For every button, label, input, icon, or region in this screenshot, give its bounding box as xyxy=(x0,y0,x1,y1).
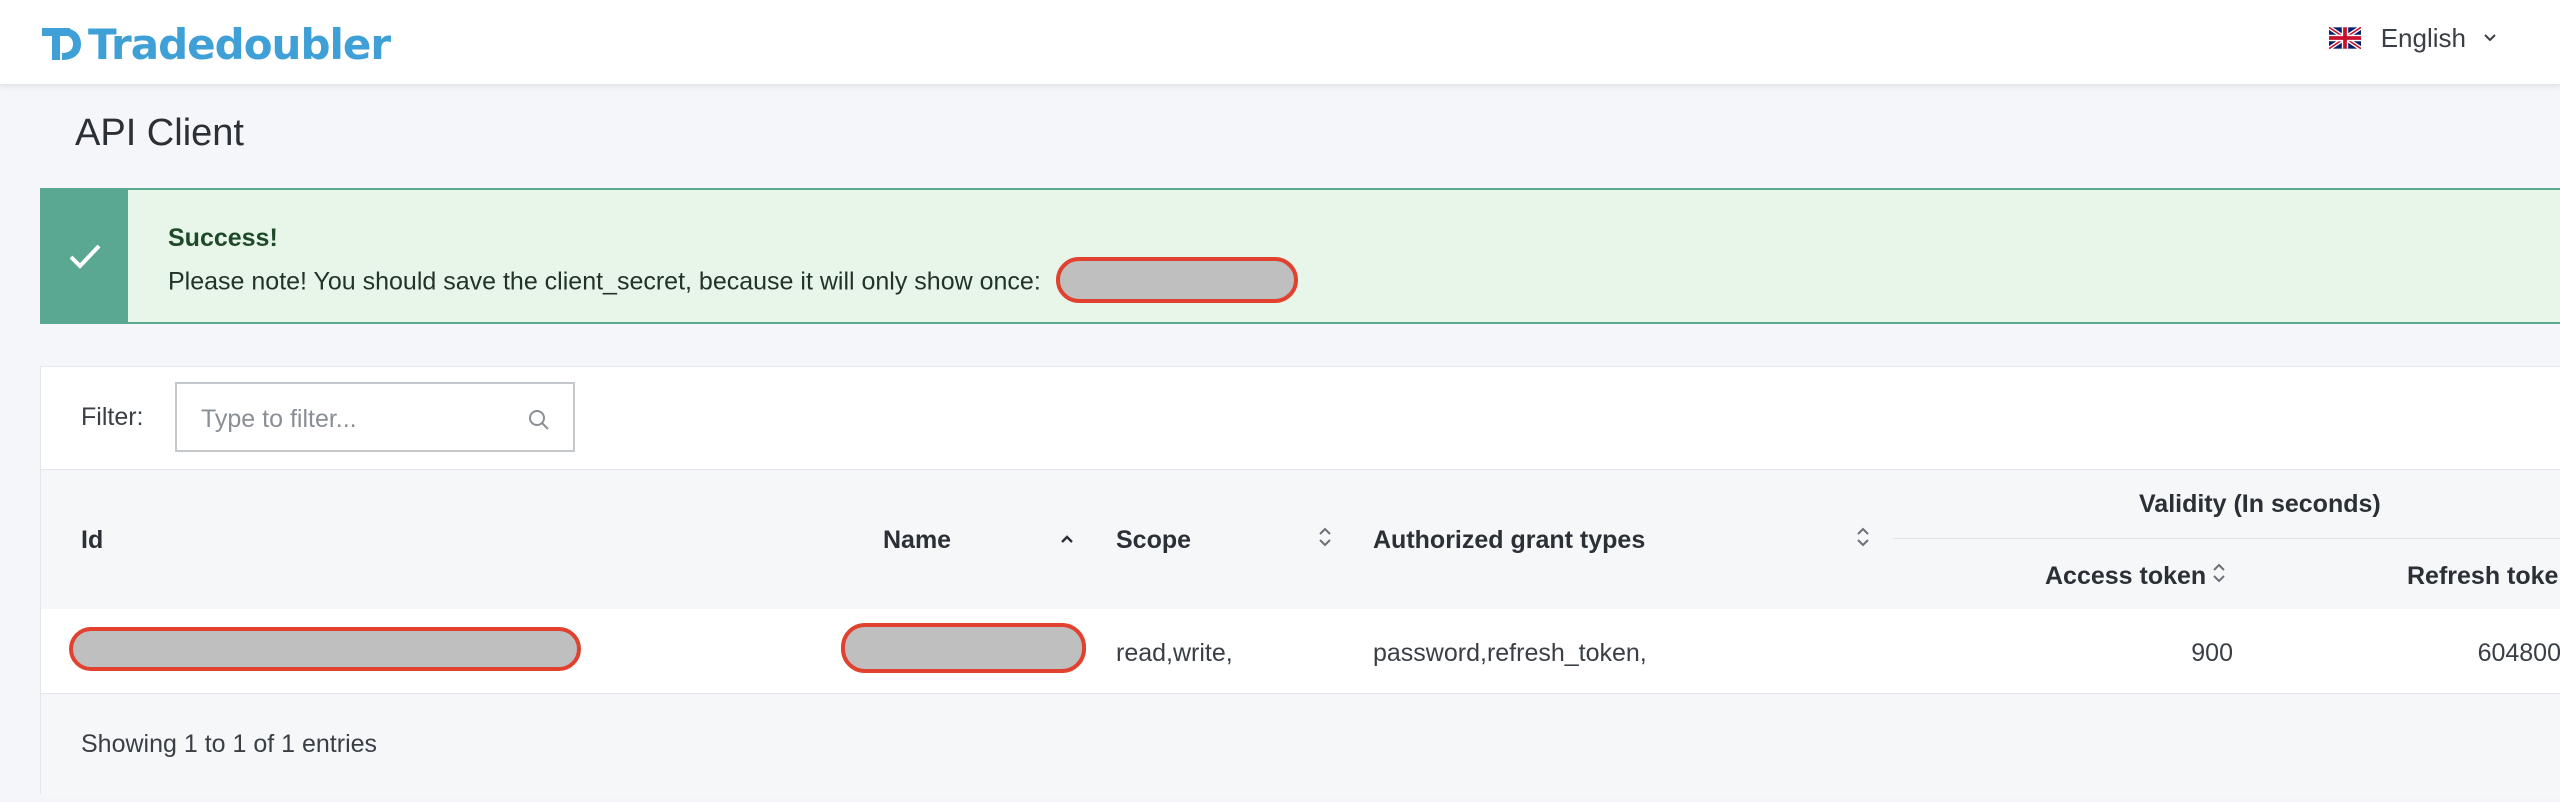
logo-icon xyxy=(42,28,81,60)
sort-icon[interactable] xyxy=(1317,526,1333,548)
cell-refresh-token: 604800 xyxy=(2477,639,2560,667)
language-selector[interactable]: English xyxy=(2328,20,2498,56)
alert-message-line: Please note! You should save the client_… xyxy=(168,257,1298,306)
redacted-client-id xyxy=(69,627,581,671)
top-bar: Tradedoubler English xyxy=(0,0,2560,85)
success-alert: Success! Please note! You should save th… xyxy=(40,188,2560,324)
api-client-table-card: Filter: Id Name Scope Authorized grant t… xyxy=(40,366,2560,796)
table-row: read,write, password,refresh_token, 900 … xyxy=(41,609,2560,693)
uk-flag-icon xyxy=(2328,27,2361,49)
cell-grant-types: password,refresh_token, xyxy=(1373,639,1647,667)
column-group-validity: Validity (In seconds) xyxy=(2139,490,2381,518)
redacted-client-secret xyxy=(1055,257,1298,303)
alert-title: Success! xyxy=(168,224,278,252)
redacted-client-name xyxy=(841,623,1086,673)
table-footer: Showing 1 to 1 of 1 entries xyxy=(41,693,2560,796)
sort-icon[interactable] xyxy=(2211,562,2227,584)
page-title: API Client xyxy=(75,112,244,154)
alert-icon-box xyxy=(42,190,128,322)
column-header-name[interactable]: Name xyxy=(883,526,951,555)
filter-box[interactable] xyxy=(175,382,575,452)
header-group-divider xyxy=(1893,538,2560,539)
logo[interactable]: Tradedoubler xyxy=(40,19,391,69)
column-header-access-token[interactable]: Access token xyxy=(2045,562,2206,591)
sort-ascending-icon[interactable] xyxy=(1059,528,1075,550)
filter-label: Filter: xyxy=(81,403,144,431)
sort-icon[interactable] xyxy=(1855,526,1871,548)
cell-access-token: 900 xyxy=(2191,639,2233,667)
chevron-down-icon xyxy=(2484,34,2496,42)
filter-input[interactable] xyxy=(199,398,503,440)
logo-text: Tradedoubler xyxy=(88,19,391,69)
entries-summary: Showing 1 to 1 of 1 entries xyxy=(81,730,378,758)
column-header-refresh-token[interactable]: Refresh token xyxy=(2407,562,2560,591)
check-icon xyxy=(69,244,101,269)
search-icon xyxy=(529,410,549,430)
column-header-grant-types[interactable]: Authorized grant types xyxy=(1373,526,1645,555)
cell-scope: read,write, xyxy=(1116,639,1233,667)
column-header-scope[interactable]: Scope xyxy=(1116,526,1191,555)
column-header-id[interactable]: Id xyxy=(81,526,103,555)
table-header: Id Name Scope Authorized grant types Val… xyxy=(41,469,2560,610)
alert-message: Please note! You should save the client_… xyxy=(168,267,1041,296)
language-label: English xyxy=(2380,22,2466,53)
